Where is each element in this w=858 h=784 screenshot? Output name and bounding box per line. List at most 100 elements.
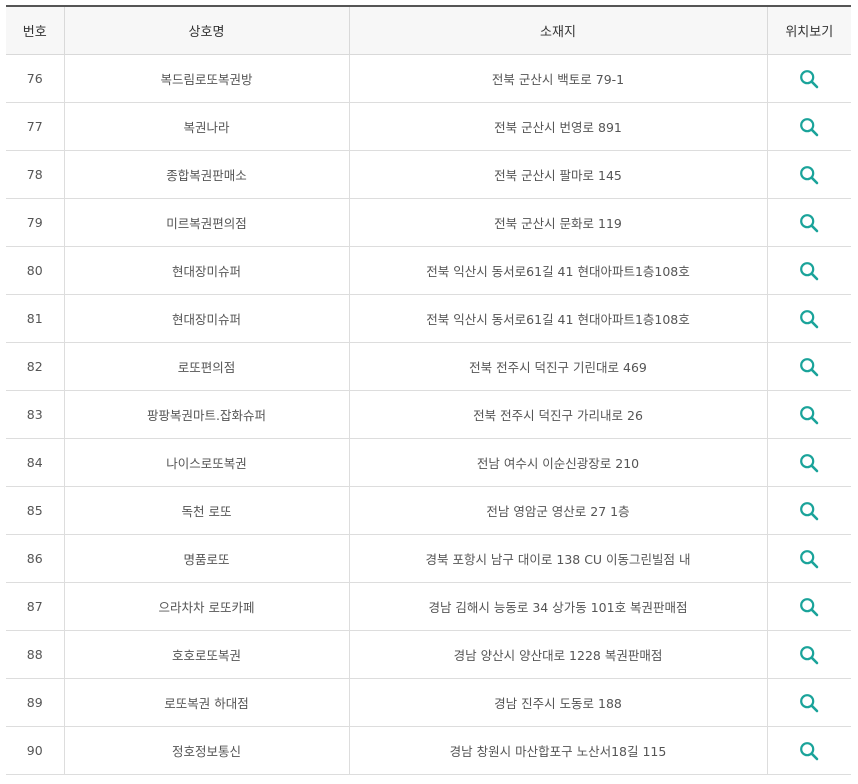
- row-location-cell: [766, 534, 851, 583]
- header-location: 위치보기: [766, 5, 851, 55]
- row-address: 전북 익산시 동서로61길 41 현대아파트1층108호: [348, 246, 767, 295]
- row-store-name: 호호로또복권: [63, 630, 349, 679]
- search-icon: [799, 645, 819, 665]
- view-location-button[interactable]: [795, 641, 823, 669]
- row-address: 전북 익산시 동서로61길 41 현대아파트1층108호: [348, 294, 767, 343]
- row-location-cell: [766, 54, 851, 103]
- row-location-cell: [766, 246, 851, 295]
- table-row: 85 독천 로또 전남 영암군 영산로 27 1층: [6, 486, 851, 535]
- row-address: 경남 진주시 도동로 188: [348, 678, 767, 727]
- search-icon: [799, 261, 819, 281]
- search-icon: [799, 549, 819, 569]
- row-store-name: 로또편의점: [63, 342, 349, 391]
- view-location-button[interactable]: [795, 257, 823, 285]
- search-icon: [799, 453, 819, 473]
- search-icon: [799, 165, 819, 185]
- row-location-cell: [766, 150, 851, 199]
- row-location-cell: [766, 630, 851, 679]
- table-row: 76 복드림로또복권방 전북 군산시 백토로 79-1: [6, 54, 851, 103]
- view-location-button[interactable]: [795, 113, 823, 141]
- row-address: 경남 양산시 양산대로 1228 복권판매점: [348, 630, 767, 679]
- row-address: 경북 포항시 남구 대이로 138 CU 이동그린빌점 내: [348, 534, 767, 583]
- row-location-cell: [766, 678, 851, 727]
- row-location-cell: [766, 390, 851, 439]
- table-row: 79 미르복권편의점 전북 군산시 문화로 119: [6, 198, 851, 247]
- row-location-cell: [766, 582, 851, 631]
- row-number: 77: [6, 102, 64, 151]
- row-store-name: 로또복권 하대점: [63, 678, 349, 727]
- search-icon: [799, 693, 819, 713]
- row-store-name: 팡팡복권마트.잡화슈퍼: [63, 390, 349, 439]
- row-location-cell: [766, 726, 851, 775]
- row-address: 전남 영암군 영산로 27 1층: [348, 486, 767, 535]
- row-address: 전북 군산시 백토로 79-1: [348, 54, 767, 103]
- view-location-button[interactable]: [795, 401, 823, 429]
- store-table: 번호 상호명 소재지 위치보기 76 복드림로또복권방 전북 군산시 백토로 7…: [6, 5, 851, 775]
- row-store-name: 미르복권편의점: [63, 198, 349, 247]
- store-list-container: 번호 상호명 소재지 위치보기 76 복드림로또복권방 전북 군산시 백토로 7…: [6, 5, 857, 775]
- row-store-name: 명품로또: [63, 534, 349, 583]
- table-row: 87 으라차차 로또카페 경남 김해시 능동로 34 상가동 101호 복권판매…: [6, 582, 851, 631]
- view-location-button[interactable]: [795, 65, 823, 93]
- header-address: 소재지: [348, 5, 767, 55]
- search-icon: [799, 213, 819, 233]
- search-icon: [799, 501, 819, 521]
- row-number: 90: [6, 726, 64, 775]
- row-number: 79: [6, 198, 64, 247]
- search-icon: [799, 741, 819, 761]
- table-row: 78 종합복권판매소 전북 군산시 팔마로 145: [6, 150, 851, 199]
- header-name: 상호명: [63, 5, 349, 55]
- view-location-button[interactable]: [795, 305, 823, 333]
- row-number: 85: [6, 486, 64, 535]
- row-address: 전남 여수시 이순신광장로 210: [348, 438, 767, 487]
- view-location-button[interactable]: [795, 353, 823, 381]
- row-number: 81: [6, 294, 64, 343]
- row-location-cell: [766, 198, 851, 247]
- row-store-name: 정호정보통신: [63, 726, 349, 775]
- search-icon: [799, 597, 819, 617]
- row-store-name: 복드림로또복권방: [63, 54, 349, 103]
- view-location-button[interactable]: [795, 209, 823, 237]
- view-location-button[interactable]: [795, 497, 823, 525]
- row-number: 87: [6, 582, 64, 631]
- row-store-name: 현대장미슈퍼: [63, 294, 349, 343]
- row-number: 82: [6, 342, 64, 391]
- row-store-name: 종합복권판매소: [63, 150, 349, 199]
- row-location-cell: [766, 102, 851, 151]
- row-address: 전북 군산시 팔마로 145: [348, 150, 767, 199]
- search-icon: [799, 405, 819, 425]
- row-store-name: 복권나라: [63, 102, 349, 151]
- row-store-name: 현대장미슈퍼: [63, 246, 349, 295]
- table-row: 90 정호정보통신 경남 창원시 마산합포구 노산서18길 115: [6, 726, 851, 775]
- row-number: 80: [6, 246, 64, 295]
- table-body: 76 복드림로또복권방 전북 군산시 백토로 79-1 77 복권나라 전북 군…: [6, 54, 851, 775]
- row-store-name: 독천 로또: [63, 486, 349, 535]
- table-row: 83 팡팡복권마트.잡화슈퍼 전북 전주시 덕진구 가리내로 26: [6, 390, 851, 439]
- view-location-button[interactable]: [795, 545, 823, 573]
- row-address: 전북 군산시 문화로 119: [348, 198, 767, 247]
- table-row: 89 로또복권 하대점 경남 진주시 도동로 188: [6, 678, 851, 727]
- table-header-row: 번호 상호명 소재지 위치보기: [6, 5, 851, 55]
- row-number: 84: [6, 438, 64, 487]
- table-row: 81 현대장미슈퍼 전북 익산시 동서로61길 41 현대아파트1층108호: [6, 294, 851, 343]
- row-address: 전북 전주시 덕진구 가리내로 26: [348, 390, 767, 439]
- view-location-button[interactable]: [795, 689, 823, 717]
- search-icon: [799, 117, 819, 137]
- header-number: 번호: [6, 5, 64, 55]
- row-address: 경남 김해시 능동로 34 상가동 101호 복권판매점: [348, 582, 767, 631]
- row-location-cell: [766, 342, 851, 391]
- view-location-button[interactable]: [795, 593, 823, 621]
- search-icon: [799, 69, 819, 89]
- row-address: 전북 군산시 번영로 891: [348, 102, 767, 151]
- row-address: 경남 창원시 마산합포구 노산서18길 115: [348, 726, 767, 775]
- row-location-cell: [766, 294, 851, 343]
- table-row: 88 호호로또복권 경남 양산시 양산대로 1228 복권판매점: [6, 630, 851, 679]
- row-address: 전북 전주시 덕진구 기린대로 469: [348, 342, 767, 391]
- view-location-button[interactable]: [795, 737, 823, 765]
- view-location-button[interactable]: [795, 449, 823, 477]
- search-icon: [799, 309, 819, 329]
- view-location-button[interactable]: [795, 161, 823, 189]
- row-number: 83: [6, 390, 64, 439]
- row-number: 78: [6, 150, 64, 199]
- row-store-name: 나이스로또복권: [63, 438, 349, 487]
